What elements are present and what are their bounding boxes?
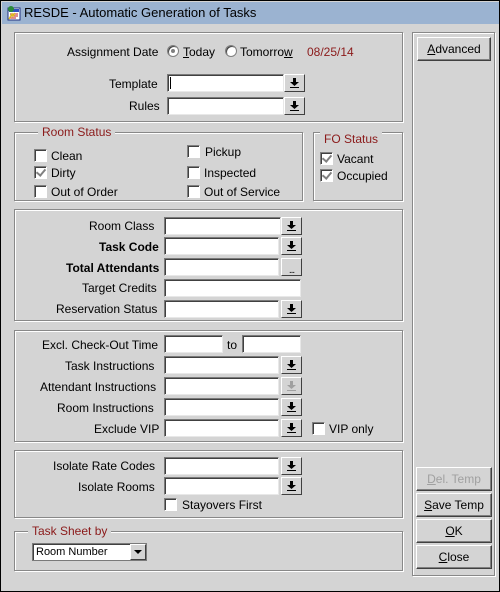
room-class-input[interactable] [164,217,281,235]
target-credits-input[interactable] [164,279,301,297]
arrow-down-icon [287,241,296,251]
tomorrow-radio[interactable] [225,45,237,57]
template-dropdown-button[interactable] [284,74,305,92]
checkout-time-to-input[interactable] [242,335,301,353]
isolate-rate-codes-input[interactable] [164,457,279,475]
assignment-date-label: Assignment Date [67,45,159,59]
pickup-checkbox[interactable] [187,145,200,158]
app-icon [7,6,21,21]
task-code-label: Task Code [99,240,159,254]
clean-label[interactable]: Clean [51,149,82,163]
stayovers-first-label[interactable]: Stayovers First [182,498,262,512]
arrow-down-icon [287,423,296,433]
total-attendants-label: Total Attendants [66,261,160,275]
occupied-checkbox[interactable] [320,169,333,182]
ok-button[interactable]: OK [416,519,492,543]
out-of-order-label[interactable]: Out of Order [51,185,118,199]
fo-status-legend: FO Status [320,132,383,146]
del-temp-button[interactable]: Del. Temp [416,467,492,491]
total-attendants-input[interactable] [164,258,279,276]
total-attendants-lookup-button[interactable]: ... [281,258,302,276]
dirty-checkbox[interactable] [34,166,47,179]
vip-only-label[interactable]: VIP only [329,422,373,436]
inspected-checkbox[interactable] [187,166,200,179]
out-of-service-checkbox[interactable] [187,185,200,198]
arrow-down-icon [290,78,299,88]
pickup-label[interactable]: Pickup [205,145,241,159]
inspected-label[interactable]: Inspected [204,166,256,180]
task-generation-window: RESDE - Automatic Generation of Tasks As… [0,0,500,592]
attendant-instructions-label: Attendant Instructions [40,380,157,394]
title-bar: RESDE - Automatic Generation of Tasks [2,2,499,24]
isolate-rooms-input[interactable] [164,477,279,495]
vacant-label[interactable]: Vacant [337,152,373,166]
isolate-rooms-label: Isolate Rooms [78,480,155,494]
out-of-service-label[interactable]: Out of Service [204,185,280,199]
checkout-time-to-label: to [227,338,238,352]
advanced-button[interactable]: Advanced [417,37,491,61]
exclude-vip-input[interactable] [164,419,279,437]
task-sheet-select[interactable]: Room Number [32,543,147,561]
window-title: RESDE - Automatic Generation of Tasks [24,5,257,20]
attendant-instructions-input[interactable] [164,377,279,395]
reservation-status-label: Reservation Status [56,302,158,316]
arrow-down-icon [287,304,296,314]
checkout-time-from-input[interactable] [164,335,223,353]
today-label[interactable]: Today [183,45,215,59]
reservation-status-input[interactable] [164,300,279,318]
template-input[interactable] [167,74,284,92]
arrow-down-icon [287,481,296,491]
fo-status-panel: FO Status [313,132,403,201]
task-code-dropdown-button[interactable] [281,237,302,255]
clean-checkbox[interactable] [34,149,47,162]
room-status-legend: Room Status [38,125,116,139]
vip-only-checkbox[interactable] [312,422,325,435]
room-class-label: Room Class [89,219,155,233]
task-sheet-legend: Task Sheet by [28,524,112,538]
stayovers-first-checkbox[interactable] [164,498,177,511]
attendant-instructions-dropdown-button[interactable] [281,377,302,395]
exclude-vip-dropdown-button[interactable] [281,419,302,437]
task-instructions-dropdown-button[interactable] [281,356,302,374]
room-instructions-label: Room Instructions [57,401,154,415]
arrow-down-icon [290,101,299,111]
task-instructions-input[interactable] [164,356,279,374]
isolate-rate-codes-dropdown-button[interactable] [281,457,302,475]
ellipsis-icon: ... [288,264,295,276]
rules-input[interactable] [167,97,284,115]
isolate-rate-codes-label: Isolate Rate Codes [53,459,156,473]
isolate-rooms-dropdown-button[interactable] [281,477,302,495]
occupied-label[interactable]: Occupied [337,169,388,183]
close-button[interactable]: Close [416,545,492,569]
chevron-down-icon[interactable] [130,544,146,560]
room-instructions-input[interactable] [164,398,279,416]
rules-label: Rules [129,99,160,113]
checkout-time-label: Excl. Check-Out Time [42,338,159,352]
rules-dropdown-button[interactable] [284,97,305,115]
out-of-order-checkbox[interactable] [34,185,47,198]
arrow-down-icon [287,381,296,391]
reservation-status-dropdown-button[interactable] [281,300,302,318]
room-instructions-dropdown-button[interactable] [281,398,302,416]
task-code-input[interactable] [164,237,279,255]
arrow-down-icon [287,402,296,412]
arrow-down-icon [287,461,296,471]
tomorrow-label[interactable]: Tomorrow [240,45,293,59]
arrow-down-icon [287,221,296,231]
assignment-date-value: 08/25/14 [307,45,354,59]
today-radio[interactable] [167,45,179,57]
task-sheet-selected-value: Room Number [36,546,108,558]
room-class-dropdown-button[interactable] [281,217,302,235]
target-credits-label: Target Credits [82,281,157,295]
exclude-vip-label: Exclude VIP [94,422,160,436]
dirty-label[interactable]: Dirty [51,166,76,180]
task-instructions-label: Task Instructions [65,359,155,373]
arrow-down-icon [287,360,296,370]
vacant-checkbox[interactable] [320,152,333,165]
template-label: Template [109,77,158,91]
save-temp-button[interactable]: Save Temp [416,493,492,517]
